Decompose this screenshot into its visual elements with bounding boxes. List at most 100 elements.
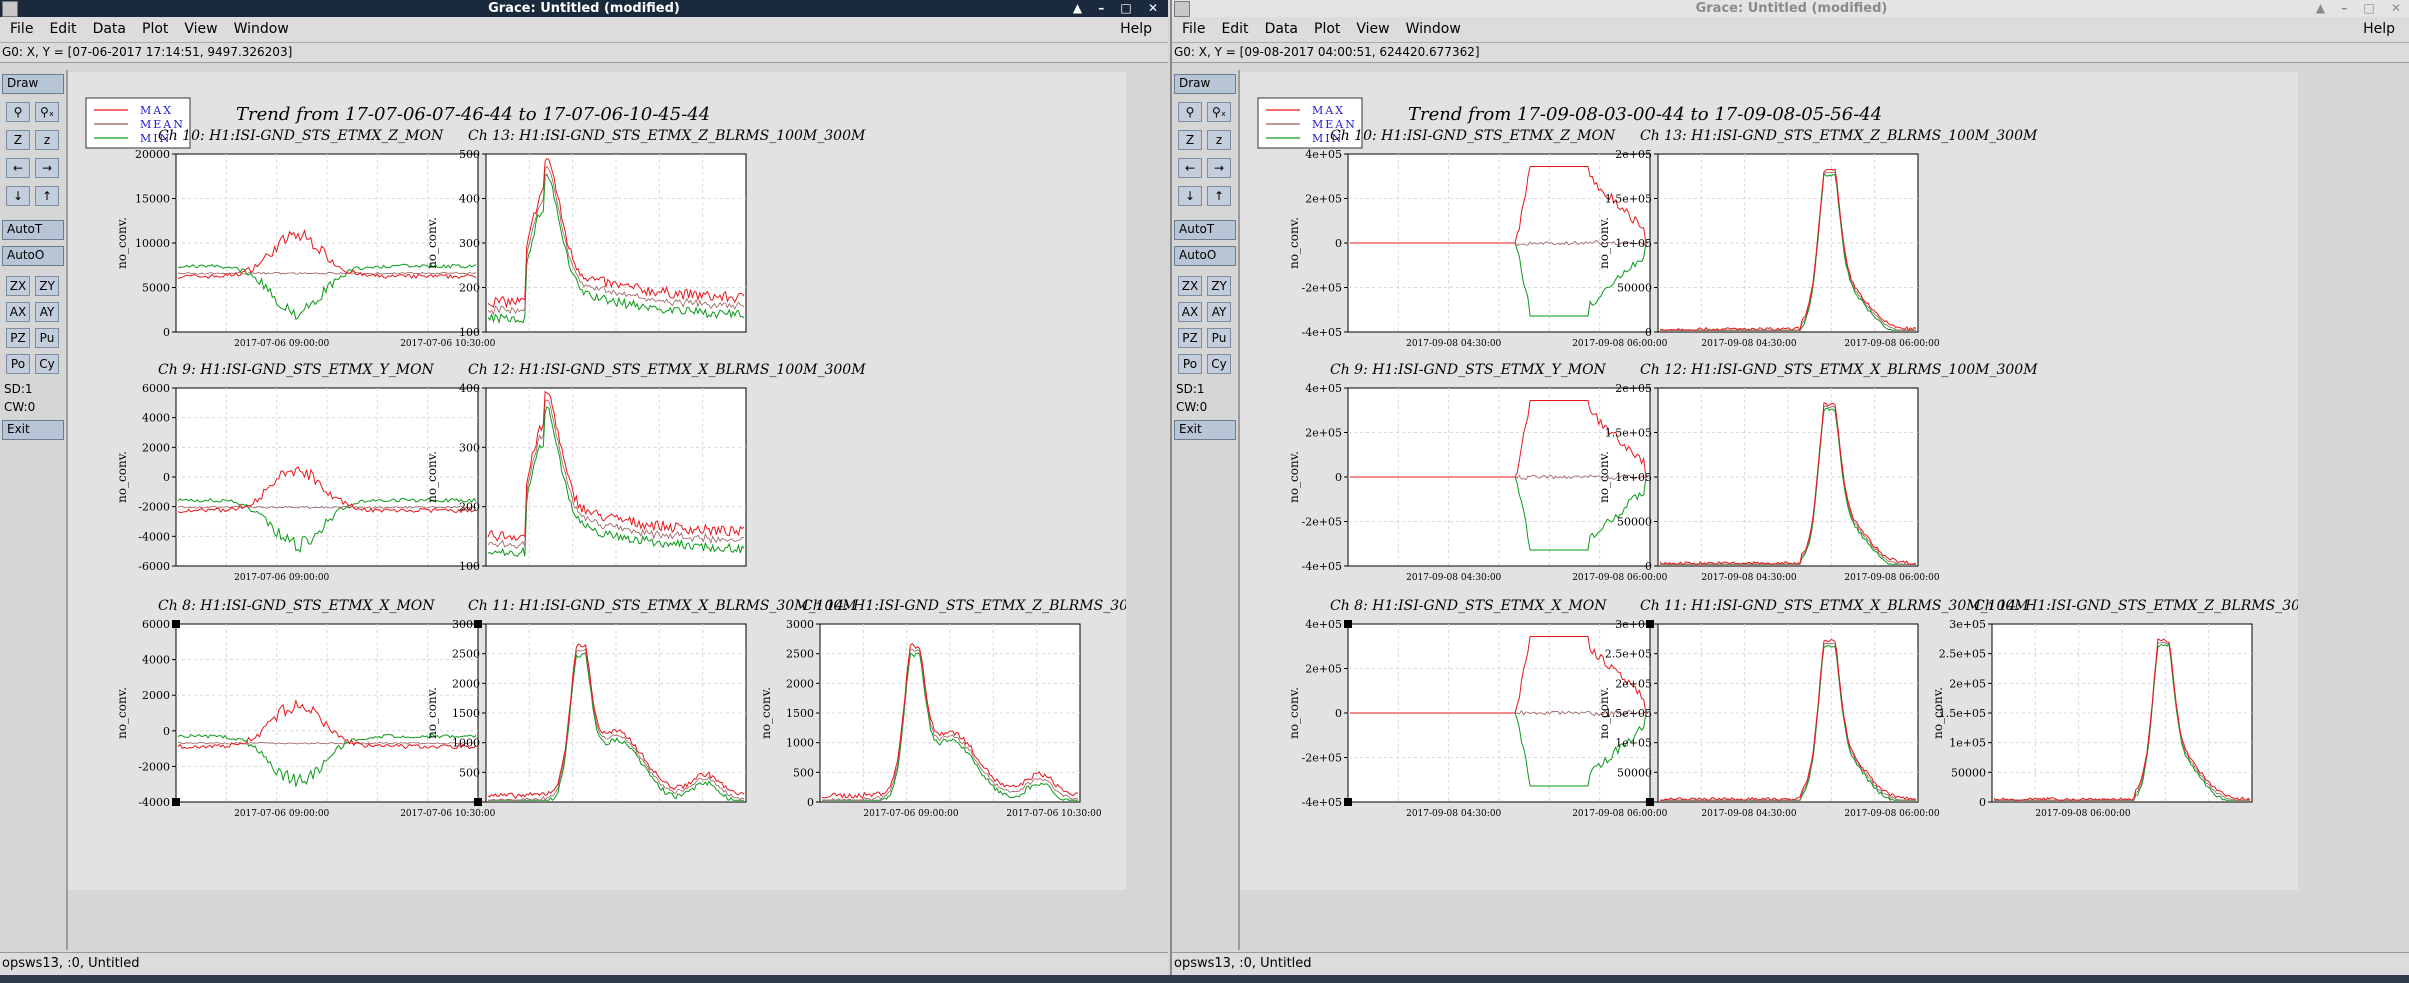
autoo-button[interactable]: AutoO bbox=[1174, 246, 1236, 266]
scroll-right-icon[interactable]: → bbox=[35, 158, 59, 178]
y-tick-label: 2e+05 bbox=[1305, 663, 1342, 676]
scroll-down-icon[interactable]: ↓ bbox=[6, 186, 30, 206]
scroll-up-icon[interactable]: ↑ bbox=[1207, 186, 1231, 206]
scroll-left-icon[interactable]: ← bbox=[1178, 158, 1202, 178]
y-tick-label: 500 bbox=[459, 148, 480, 161]
title-bar[interactable]: Grace: Untitled (modified) ▲ – □ ✕ bbox=[1172, 0, 2409, 17]
y-tick-label: 1e+05 bbox=[1615, 237, 1652, 250]
selection-handle bbox=[172, 620, 180, 628]
btn-ay[interactable]: AY bbox=[1207, 302, 1231, 322]
y-tick-label: 0 bbox=[1335, 471, 1342, 484]
y-tick-label: 3e+05 bbox=[1615, 618, 1652, 631]
btn-pu[interactable]: Pu bbox=[1207, 328, 1231, 348]
menu-window[interactable]: Window bbox=[1406, 17, 1461, 42]
exit-button[interactable]: Exit bbox=[1174, 420, 1236, 440]
x-tick-label: 2017-09-08 06:00:00 bbox=[1572, 339, 1667, 349]
zoom-z-small-icon[interactable]: z bbox=[35, 130, 59, 150]
btn-po[interactable]: Po bbox=[1178, 354, 1202, 374]
y-tick-label: 2.5e+05 bbox=[1605, 648, 1652, 661]
zoom-icon[interactable]: ⚲ bbox=[1178, 102, 1202, 122]
autoo-button[interactable]: AutoO bbox=[2, 246, 64, 266]
autot-button[interactable]: AutoT bbox=[2, 220, 64, 240]
menu-data[interactable]: Data bbox=[1265, 17, 1298, 42]
y-tick-label: -4e+05 bbox=[1302, 560, 1342, 573]
panel-title: Ch 9: H1:ISI-GND_STS_ETMX_Y_MON bbox=[158, 362, 435, 378]
menu-file[interactable]: File bbox=[1182, 17, 1205, 42]
y-tick-label: 0 bbox=[163, 725, 170, 738]
panel-title: Ch 9: H1:ISI-GND_STS_ETMX_Y_MON bbox=[1330, 362, 1607, 378]
btn-pz[interactable]: PZ bbox=[6, 328, 30, 348]
menu-plot[interactable]: Plot bbox=[1314, 17, 1340, 42]
y-tick-label: 4e+05 bbox=[1305, 382, 1342, 395]
y-tick-label: 300 bbox=[459, 237, 480, 250]
y-tick-label: 1e+05 bbox=[1615, 471, 1652, 484]
selection-handle bbox=[1344, 798, 1352, 806]
btn-zx[interactable]: ZX bbox=[6, 276, 30, 296]
menu-data[interactable]: Data bbox=[93, 17, 126, 42]
y-tick-label: 2000 bbox=[142, 689, 170, 702]
y-tick-label: 5000 bbox=[142, 282, 170, 295]
y-tick-label: 0 bbox=[163, 326, 170, 339]
btn-cy[interactable]: Cy bbox=[35, 354, 59, 374]
btn-ax[interactable]: AX bbox=[6, 302, 30, 322]
y-tick-label: -4000 bbox=[138, 530, 170, 543]
window-title: Grace: Untitled (modified) bbox=[488, 1, 680, 16]
status-bar: opsws13, :0, Untitled bbox=[0, 952, 1168, 975]
graph-canvas[interactable]: MAX MEAN MIN Trend from 17-07-06-07-46-44 t… bbox=[68, 72, 1168, 890]
zoom-icon[interactable]: ⚲ bbox=[6, 102, 30, 122]
btn-zy[interactable]: ZY bbox=[1207, 276, 1231, 296]
btn-pu[interactable]: Pu bbox=[35, 328, 59, 348]
scroll-left-icon[interactable]: ← bbox=[6, 158, 30, 178]
scroll-right-icon[interactable]: → bbox=[1207, 158, 1231, 178]
app-menu-icon[interactable] bbox=[2, 1, 18, 17]
y-tick-label: 400 bbox=[459, 193, 480, 206]
menu-view[interactable]: View bbox=[1356, 17, 1389, 42]
btn-cy[interactable]: Cy bbox=[1207, 354, 1231, 374]
scroll-down-icon[interactable]: ↓ bbox=[1178, 186, 1202, 206]
exit-button[interactable]: Exit bbox=[2, 420, 64, 440]
btn-po[interactable]: Po bbox=[6, 354, 30, 374]
btn-pz[interactable]: PZ bbox=[1178, 328, 1202, 348]
btn-zy[interactable]: ZY bbox=[35, 276, 59, 296]
btn-ay[interactable]: AY bbox=[35, 302, 59, 322]
y-tick-label: 3e+05 bbox=[1949, 618, 1986, 631]
y-tick-label: 2.5e+05 bbox=[1939, 648, 1986, 661]
window-title: Grace: Untitled (modified) bbox=[1695, 1, 1888, 16]
graph-panel: 500 400 300 200 100 no_conv. Ch 13: H1:ISI-GND… bbox=[425, 128, 866, 339]
zoom-label-icon[interactable]: ⚲ₓ bbox=[1207, 102, 1231, 122]
y-tick-label: 100 bbox=[459, 326, 480, 339]
window-controls[interactable]: ▲ – □ ✕ bbox=[1073, 0, 1164, 17]
y-axis-label: no_conv. bbox=[425, 451, 439, 503]
autot-button[interactable]: AutoT bbox=[1174, 220, 1236, 240]
menu-plot[interactable]: Plot bbox=[142, 17, 168, 42]
menu-help[interactable]: Help bbox=[1120, 17, 1152, 42]
title-bar[interactable]: Grace: Untitled (modified) ▲ – □ ✕ bbox=[0, 0, 1168, 17]
menu-file[interactable]: File bbox=[10, 17, 33, 42]
draw-button[interactable]: Draw bbox=[2, 74, 64, 94]
y-tick-label: 300 bbox=[459, 441, 480, 454]
draw-button[interactable]: Draw bbox=[1174, 74, 1236, 94]
zoom-z-icon[interactable]: Z bbox=[6, 130, 30, 150]
y-tick-label: 50000 bbox=[1617, 516, 1652, 529]
zoom-z-small-icon[interactable]: z bbox=[1207, 130, 1231, 150]
scroll-up-icon[interactable]: ↑ bbox=[35, 186, 59, 206]
locator-readout: G0: X, Y = [09-08-2017 04:00:51, 624420.… bbox=[1172, 43, 2409, 63]
y-tick-label: 1000 bbox=[452, 737, 480, 750]
graph-canvas[interactable]: MAX MEAN MIN Trend from 17-09-08-03-00-44 t… bbox=[1240, 72, 2363, 890]
menu-edit[interactable]: Edit bbox=[49, 17, 76, 42]
menu-edit[interactable]: Edit bbox=[1221, 17, 1248, 42]
menu-view[interactable]: View bbox=[184, 17, 217, 42]
y-tick-label: 4000 bbox=[142, 654, 170, 667]
y-tick-label: 6000 bbox=[142, 382, 170, 395]
btn-ax[interactable]: AX bbox=[1178, 302, 1202, 322]
menu-window[interactable]: Window bbox=[234, 17, 289, 42]
btn-zx[interactable]: ZX bbox=[1178, 276, 1202, 296]
panel-title: Ch 8: H1:ISI-GND_STS_ETMX_X_MON bbox=[1330, 598, 1607, 614]
zoom-z-icon[interactable]: Z bbox=[1178, 130, 1202, 150]
menu-help[interactable]: Help bbox=[2363, 17, 2395, 42]
x-tick-label: 2017-09-08 04:30:00 bbox=[1406, 339, 1501, 349]
app-menu-icon[interactable] bbox=[1174, 1, 1190, 17]
graph-panel: 400 300 200 100 no_conv. Ch 12: H1:ISI-GND_ST… bbox=[425, 362, 866, 573]
window-controls[interactable]: ▲ – □ ✕ bbox=[2316, 0, 2407, 17]
zoom-label-icon[interactable]: ⚲ₓ bbox=[35, 102, 59, 122]
